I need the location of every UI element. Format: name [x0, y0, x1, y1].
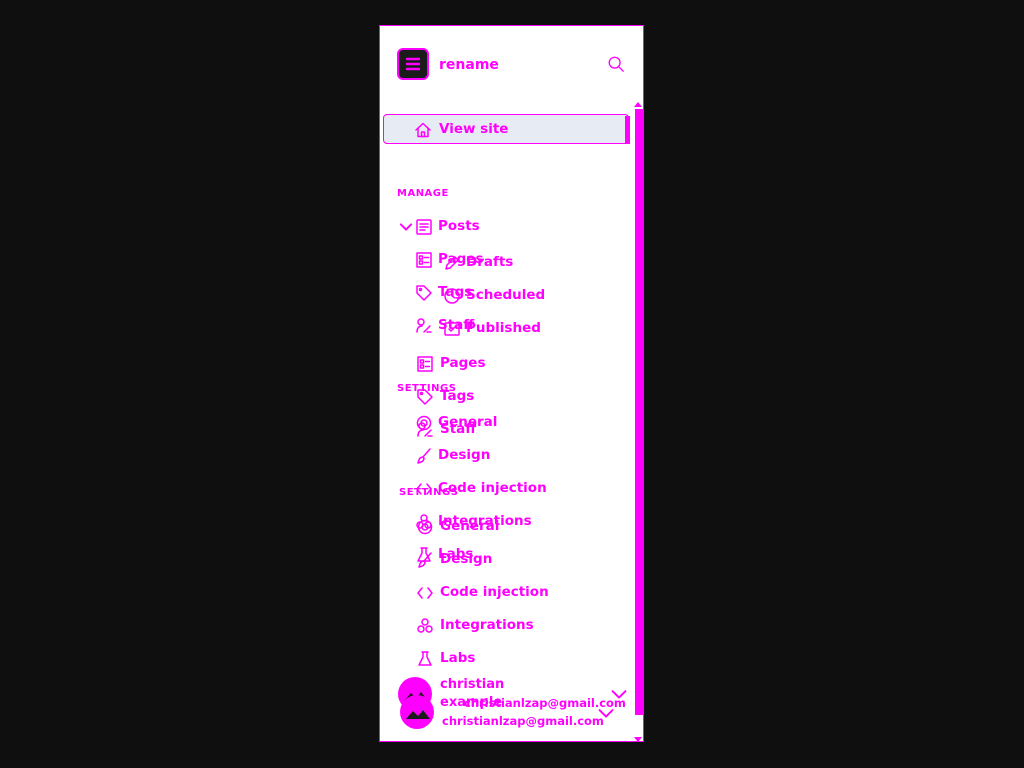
- tag-icon: [415, 284, 432, 301]
- chevron-down-icon[interactable]: [610, 686, 627, 700]
- settings-section-header: SETTINGS: [397, 383, 457, 394]
- scrollbar-thumb[interactable]: [635, 109, 643, 715]
- chevron-down-icon[interactable]: [397, 218, 413, 232]
- sidebar-item-labs[interactable]: Labs: [440, 650, 475, 666]
- brush-icon: [416, 551, 432, 568]
- sidebar-item-design[interactable]: Design: [440, 551, 492, 567]
- sidebar-item-integrations[interactable]: Integrations: [440, 617, 534, 633]
- site-logo-icon[interactable]: [397, 48, 429, 80]
- code-icon: [416, 584, 433, 600]
- pages-icon: [415, 251, 432, 268]
- published-icon: [443, 320, 460, 336]
- posts-subitem-scheduled[interactable]: Scheduled: [466, 287, 545, 303]
- search-icon[interactable]: [607, 55, 627, 75]
- chevron-down-icon[interactable]: [597, 705, 614, 719]
- sidebar-item-posts[interactable]: Posts: [438, 218, 480, 234]
- posts-subitem-drafts[interactable]: Drafts: [466, 254, 513, 270]
- posts-subitem-published[interactable]: Published: [466, 320, 541, 336]
- user-name[interactable]: christian: [440, 677, 504, 693]
- gear-icon: [415, 414, 432, 431]
- gear-icon: [416, 518, 433, 535]
- scrollbar[interactable]: [632, 102, 643, 741]
- sidebar-item-code-injection[interactable]: Code injection: [440, 584, 549, 600]
- sidebar-item-design[interactable]: Design: [438, 447, 490, 463]
- integrations-icon: [416, 617, 433, 633]
- settings-section-header: SETTINGS: [399, 487, 459, 498]
- pages-icon: [416, 355, 433, 372]
- pencil-icon: [443, 254, 459, 270]
- user-email: christianlzap@gmail.com: [442, 714, 604, 728]
- home-icon: [414, 121, 432, 139]
- manage-section-header: MANAGE: [397, 188, 449, 199]
- sidebar-item-pages[interactable]: Pages: [440, 355, 486, 371]
- staff-icon: [415, 317, 432, 333]
- site-name[interactable]: rename: [439, 57, 499, 73]
- sidebar-item-general[interactable]: General: [438, 414, 497, 430]
- view-site-label[interactable]: View site: [439, 121, 508, 137]
- clock-icon: [443, 287, 460, 304]
- sidebar-item-general[interactable]: General: [440, 518, 499, 534]
- flask-icon: [416, 650, 432, 666]
- scroll-down-arrow-icon[interactable]: [634, 737, 642, 741]
- posts-icon: [415, 218, 433, 236]
- avatar[interactable]: [400, 695, 434, 729]
- scroll-up-arrow-icon[interactable]: [634, 102, 642, 107]
- brush-icon: [415, 447, 431, 464]
- active-indicator: [625, 116, 630, 144]
- admin-sidebar: rename View site MANAGE Posts Pages Tags…: [379, 25, 644, 742]
